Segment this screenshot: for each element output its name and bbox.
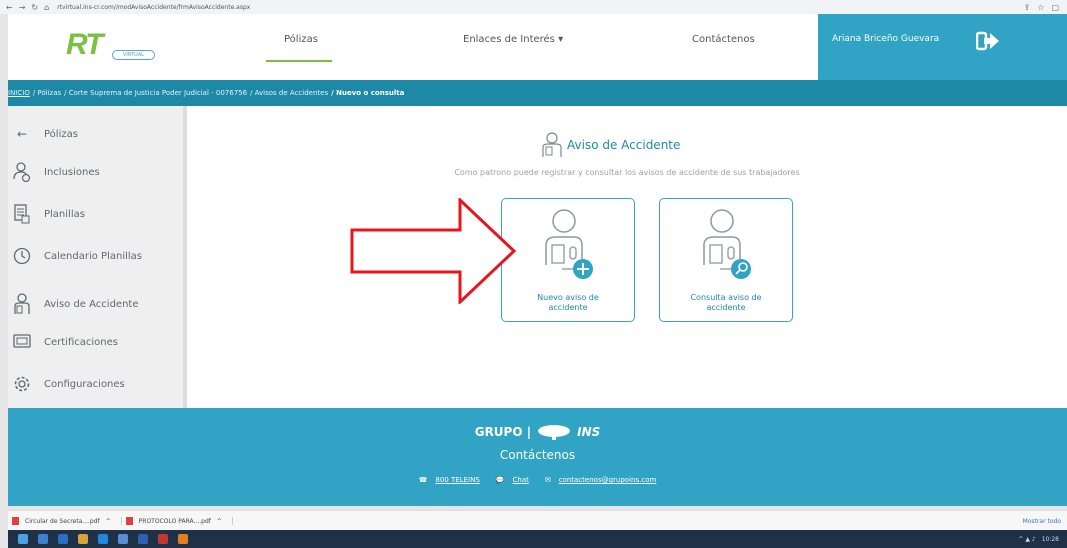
windows-start-icon[interactable] xyxy=(18,534,28,544)
window-icon[interactable]: ▢ xyxy=(1051,3,1059,12)
taskbar: ^ ▲ ♪ 10:28 xyxy=(8,530,1067,548)
gear-icon xyxy=(8,370,36,398)
pdf-icon xyxy=(125,517,133,525)
user-name[interactable]: Ariana Briceño Guevara xyxy=(832,34,939,44)
sidebar-item-polizas[interactable]: ← Pólizas xyxy=(8,120,183,148)
taskbar-app-icon[interactable] xyxy=(118,534,128,544)
injured-user-add-icon xyxy=(545,209,593,279)
bookmark-star-icon[interactable]: ☆ xyxy=(1037,3,1044,12)
taskbar-app-icon[interactable] xyxy=(58,534,68,544)
new-accident-report-card[interactable]: Nuevo aviso de accidente xyxy=(501,198,635,322)
sidebar-item-label: Calendario Planillas xyxy=(44,250,142,262)
page-title: Aviso de Accidente xyxy=(567,138,681,152)
page-title-row: Aviso de Accidente xyxy=(541,132,680,158)
sidebar-item-planillas[interactable]: Planillas xyxy=(8,200,183,228)
download-item[interactable]: PROTOCOLO PARA....pdf ^ xyxy=(125,517,233,525)
card-label: Consulta aviso de accidente xyxy=(690,293,762,312)
document-icon xyxy=(8,200,36,228)
taskbar-app-icon[interactable] xyxy=(138,534,148,544)
clock-icon xyxy=(8,242,36,270)
breadcrumb-inicio[interactable]: INICIO xyxy=(8,89,30,97)
browser-toolbar: ← → ↻ ⌂ rtvirtual.ins-cr.com//modAvisoAc… xyxy=(0,0,1067,14)
taskbar-app-icon[interactable] xyxy=(158,534,168,544)
footer-title: Contáctenos xyxy=(499,448,576,462)
sidebar-item-certificaciones[interactable]: Certificaciones xyxy=(8,328,183,356)
breadcrumb-polizas[interactable]: / Pólizas xyxy=(33,89,61,97)
site-header: RT VIRTUAL Pólizas Enlaces de Interés ▾ … xyxy=(8,14,1067,80)
logo-text: RT xyxy=(66,28,103,61)
nav-polizas[interactable]: Pólizas xyxy=(284,34,318,45)
breadcrumb: INICIO / Pólizas / Corte Suprema de Just… xyxy=(8,80,1067,106)
nav-enlaces-dropdown[interactable]: Enlaces de Interés ▾ xyxy=(463,34,563,45)
certificate-icon xyxy=(8,328,36,356)
phone-link[interactable]: 800 TELEINS xyxy=(435,476,479,484)
taskbar-app-icon[interactable] xyxy=(98,534,108,544)
injured-user-icon xyxy=(542,132,562,157)
taskbar-app-icon[interactable] xyxy=(38,534,48,544)
consult-accident-report-card[interactable]: Consulta aviso de accidente xyxy=(659,198,793,322)
breadcrumb-avisos[interactable]: / Avisos de Accidentes xyxy=(250,89,328,97)
taskbar-app-icon[interactable] xyxy=(178,534,188,544)
address-bar[interactable]: rtvirtual.ins-cr.com//modAvisoAccidente/… xyxy=(57,4,250,11)
phone-icon: ☎ xyxy=(418,476,428,484)
downloads-bar: Circular de Secreta....pdf ^ PROTOCOLO P… xyxy=(8,510,1067,531)
main-content: Aviso de Accidente Como patrono puede re… xyxy=(187,106,1067,408)
back-icon[interactable]: ← xyxy=(6,3,13,12)
email-link[interactable]: contactenos@grupoins.com xyxy=(559,476,657,484)
reload-icon[interactable]: ↻ xyxy=(31,3,38,12)
injured-user-icon xyxy=(8,290,36,318)
sidebar-item-calendario[interactable]: Calendario Planillas xyxy=(8,242,183,270)
system-tray-icon[interactable]: ^ ▲ ♪ xyxy=(1018,536,1035,543)
screen: ← → ↻ ⌂ rtvirtual.ins-cr.com//modAvisoAc… xyxy=(0,0,1067,548)
home-icon[interactable]: ⌂ xyxy=(44,3,49,12)
sidebar-item-aviso-accidente[interactable]: Aviso de Accidente xyxy=(8,290,183,318)
rt-virtual-logo[interactable]: RT VIRTUAL xyxy=(66,28,176,64)
share-icon[interactable]: ⇪ xyxy=(1024,3,1031,12)
chat-icon: 💬 xyxy=(495,476,505,484)
taskbar-app-icon[interactable] xyxy=(78,534,88,544)
page-subtitle: Como patrono puede registrar y consultar… xyxy=(454,168,800,177)
sidebar-item-label: Certificaciones xyxy=(44,336,118,348)
forward-icon[interactable]: → xyxy=(19,3,26,12)
user-panel: Ariana Briceño Guevara xyxy=(818,14,1067,80)
chat-link[interactable]: Chat xyxy=(513,476,529,484)
tree-logo-icon xyxy=(538,425,571,440)
sidebar-item-inclusiones[interactable]: Inclusiones xyxy=(8,158,183,186)
sidebar-item-label: Planillas xyxy=(44,208,85,220)
clock-time[interactable]: 10:28 xyxy=(1042,536,1059,543)
sidebar-item-label: Configuraciones xyxy=(44,378,125,390)
sidebar-item-label: Aviso de Accidente xyxy=(44,298,139,310)
user-add-icon xyxy=(8,158,36,186)
grupo-ins-logo: GRUPO | INS xyxy=(474,425,601,440)
sidebar-item-configuraciones[interactable]: Configuraciones xyxy=(8,370,183,398)
breadcrumb-policy[interactable]: / Corte Suprema de Justicia Poder Judici… xyxy=(64,89,247,97)
sidebar-item-label: Pólizas xyxy=(44,128,78,140)
red-arrow-annotation xyxy=(350,198,517,304)
mail-icon: ✉ xyxy=(544,476,551,484)
injured-user-search-icon xyxy=(703,209,751,279)
chevron-up-icon[interactable]: ^ xyxy=(106,518,111,525)
nav-contactenos[interactable]: Contáctenos xyxy=(692,34,755,45)
download-item[interactable]: Circular de Secreta....pdf ^ xyxy=(12,517,122,525)
sidebar: ← Pólizas Inclusiones Planillas Calendar… xyxy=(8,106,187,408)
logo-subtext: VIRTUAL xyxy=(112,50,155,60)
card-label: Nuevo aviso de accidente xyxy=(537,293,599,312)
sidebar-item-label: Inclusiones xyxy=(44,166,100,178)
pdf-icon xyxy=(12,517,19,525)
site-footer: GRUPO | INS Contáctenos ☎ 800 TELEINS 💬 … xyxy=(8,408,1067,506)
chevron-up-icon[interactable]: ^ xyxy=(217,518,222,525)
show-all-downloads-button[interactable]: Mostrar todo xyxy=(1023,518,1067,525)
active-nav-underline xyxy=(266,60,332,62)
back-arrow-icon: ← xyxy=(16,127,28,141)
logout-icon[interactable] xyxy=(976,30,1000,52)
footer-contact-links: ☎ 800 TELEINS 💬 Chat ✉ contactenos@grupo… xyxy=(8,476,1067,484)
breadcrumb-current: / Nuevo o consulta xyxy=(331,89,405,97)
